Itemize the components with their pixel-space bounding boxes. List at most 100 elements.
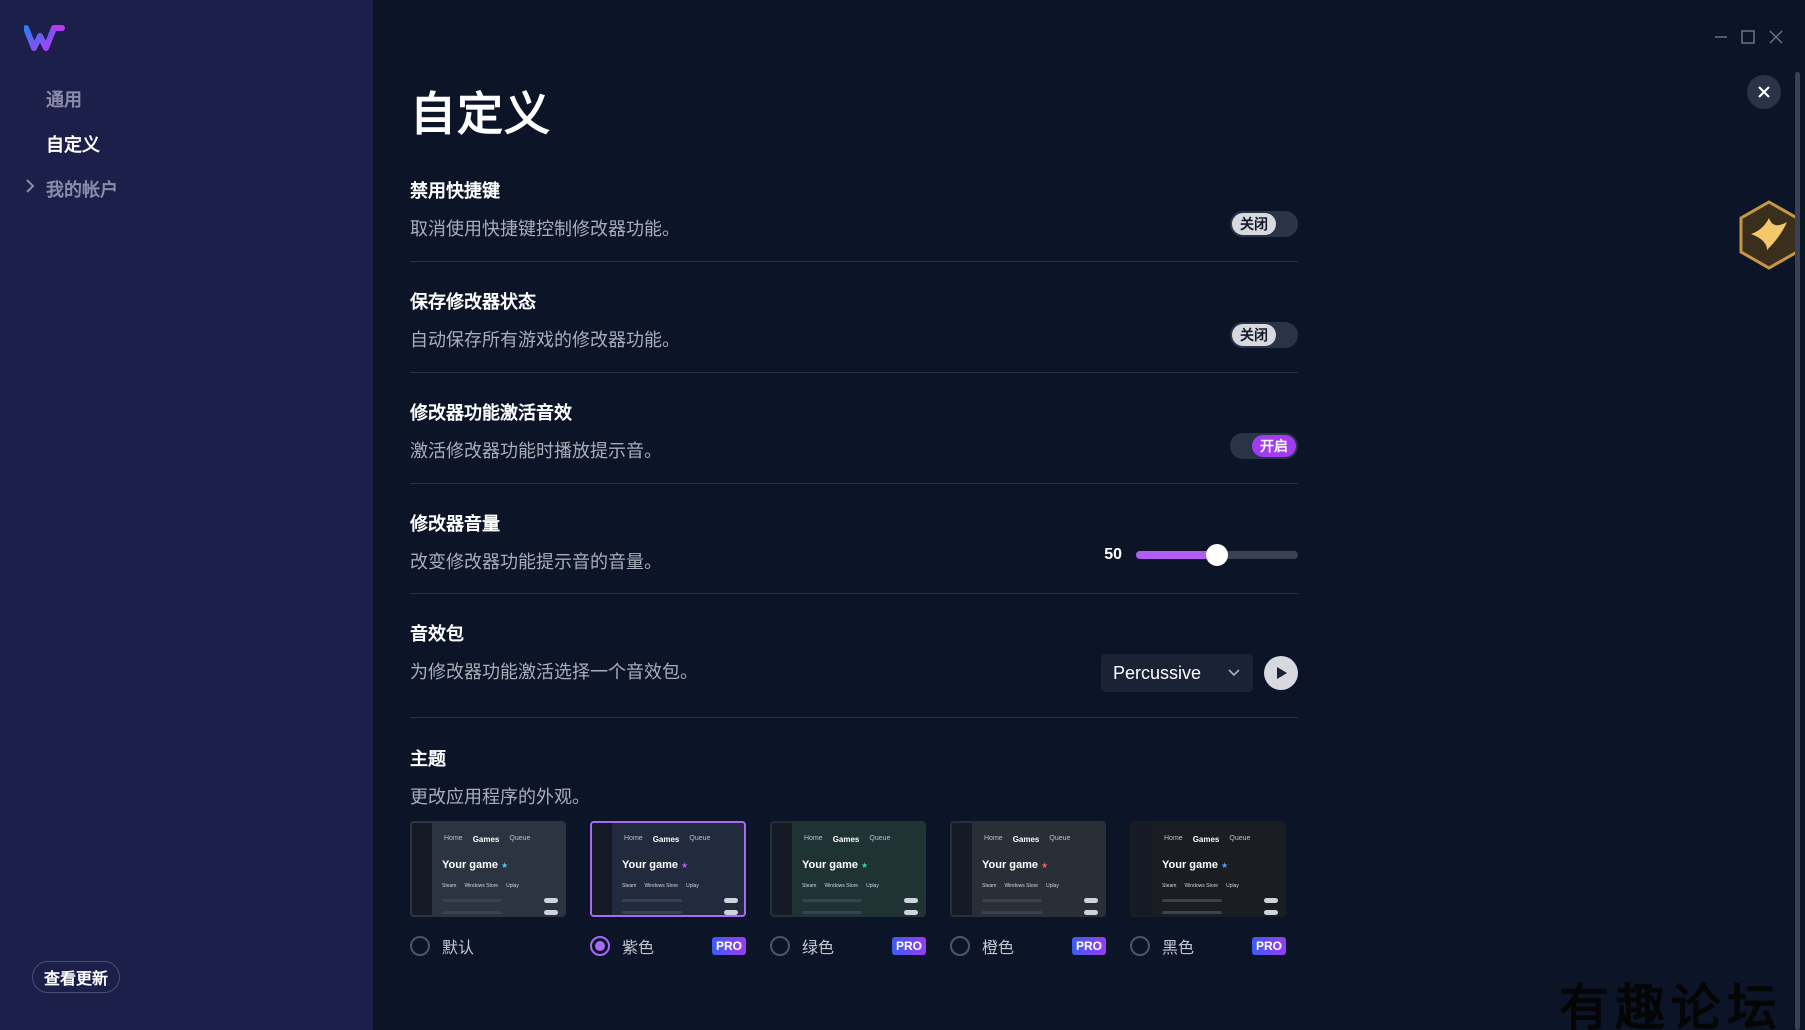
toggle-state-label: 开启 xyxy=(1252,435,1296,457)
theme-label: 紫色 xyxy=(622,940,655,957)
volume-value: 50 xyxy=(1104,546,1122,563)
theme-option[interactable]: 橙色 PRO xyxy=(950,934,1106,958)
theme-preview-tab: Windows Store xyxy=(1004,883,1039,889)
setting-title: 修改器功能激活音效 xyxy=(410,403,572,423)
setting-activation-sound: 修改器功能激活音效 激活修改器功能时播放提示音。 开启 xyxy=(410,399,1298,463)
sidebar-item-my-account[interactable]: 我的帐户 xyxy=(46,176,118,202)
theme-preview-tab: Windows Store xyxy=(824,883,859,889)
theme-preview-tab: Steam xyxy=(442,883,457,889)
divider xyxy=(410,372,1298,373)
theme-preview-title: Your game ★ xyxy=(442,859,508,871)
theme-preview-title: Your game ★ xyxy=(802,859,868,871)
theme-radio[interactable] xyxy=(950,936,970,956)
theme-label: 黑色 xyxy=(1162,940,1195,957)
theme-preview-card[interactable]: Home Games Queue Your game ★ Steam Windows Sto… xyxy=(1130,821,1286,917)
sidebar-item-general[interactable]: 通用 xyxy=(46,86,82,112)
theme-preview-pill xyxy=(1084,910,1098,915)
activation-sound-toggle[interactable]: 开启 xyxy=(1230,433,1298,459)
main-content: 自定义 禁用快捷键 取消使用快捷键控制修改器功能。 关闭 保存修改器状态 自动保… xyxy=(373,0,1805,1030)
watermark-text: 有趣论坛 xyxy=(1559,978,1783,1030)
play-icon xyxy=(1277,667,1287,679)
sidebar: 通用 自定义 我的帐户 查看更新 xyxy=(0,0,373,1030)
theme-radio[interactable] xyxy=(590,936,610,956)
theme-preview-nav: Home Games Queue xyxy=(1164,835,1250,844)
theme-option[interactable]: 紫色 PRO xyxy=(590,934,746,958)
theme-label: 橙色 xyxy=(982,940,1015,957)
toggle-state-label: 关闭 xyxy=(1232,213,1276,235)
setting-title: 主题 xyxy=(410,749,446,769)
theme-option[interactable]: 黑色 PRO xyxy=(1130,934,1286,958)
theme-preview-nav-item: Games xyxy=(832,835,860,844)
theme-preview-nav-item: Home xyxy=(624,835,643,842)
window-close-icon[interactable] xyxy=(1767,28,1785,46)
theme-preview-sidebar xyxy=(952,823,972,915)
setting-description: 自动保存所有游戏的修改器功能。 xyxy=(410,330,680,350)
theme-preview-tabs: Steam Windows Store Uplay xyxy=(622,883,699,889)
theme-preview-title-text: Your game xyxy=(442,859,499,871)
theme-preview-nav-item: Games xyxy=(652,835,680,844)
theme-preview-nav-item: Queue xyxy=(689,835,711,842)
close-icon xyxy=(1758,86,1770,98)
chevron-right-icon[interactable] xyxy=(24,178,36,194)
theme-preview-row xyxy=(1162,911,1222,914)
pro-badge: PRO xyxy=(892,937,926,955)
bird-badge-icon[interactable] xyxy=(1737,200,1801,270)
theme-preview-tabs: Steam Windows Store Uplay xyxy=(982,883,1059,889)
setting-sound-pack: 音效包 为修改器功能激活选择一个音效包。 Percussive xyxy=(410,620,1298,692)
setting-title: 音效包 xyxy=(410,624,464,644)
theme-preview-sidebar xyxy=(772,823,792,915)
theme-radio[interactable] xyxy=(410,936,430,956)
theme-radio[interactable] xyxy=(1130,936,1150,956)
setting-theme: 主题 更改应用程序的外观。 xyxy=(410,745,1298,809)
theme-preview-tab: Uplay xyxy=(1046,883,1059,889)
close-settings-button[interactable] xyxy=(1747,75,1781,109)
divider xyxy=(410,593,1298,594)
theme-option[interactable]: 默认 xyxy=(410,934,566,958)
sound-pack-select[interactable]: Percussive xyxy=(1101,654,1253,692)
theme-preview-tab: Uplay xyxy=(1226,883,1239,889)
hotkeys-toggle[interactable]: 关闭 xyxy=(1230,211,1298,237)
theme-preview-card[interactable]: Home Games Queue Your game ★ Steam Windows Sto… xyxy=(410,821,566,917)
volume-slider-thumb[interactable] xyxy=(1206,544,1228,566)
theme-preview-tab: Windows Store xyxy=(464,883,499,889)
theme-preview-row xyxy=(802,911,862,914)
divider xyxy=(410,261,1298,262)
scrollbar[interactable] xyxy=(1795,72,1800,1030)
theme-preview-card[interactable]: Home Games Queue Your game ★ Steam Windows Sto… xyxy=(770,821,926,917)
play-sound-button[interactable] xyxy=(1264,656,1298,690)
theme-preview-tabs: Steam Windows Store Uplay xyxy=(802,883,879,889)
theme-preview-nav-item: Queue xyxy=(1229,835,1251,842)
theme-option[interactable]: 绿色 PRO xyxy=(770,934,926,958)
theme-preview-tab: Uplay xyxy=(506,883,519,889)
star-icon: ★ xyxy=(1041,861,1049,870)
check-updates-button[interactable]: 查看更新 xyxy=(32,961,120,993)
theme-preview-nav: Home Games Queue xyxy=(624,835,710,844)
theme-preview-row xyxy=(622,899,682,902)
maximize-icon[interactable] xyxy=(1739,28,1757,46)
theme-preview-card[interactable]: Home Games Queue Your game ★ Steam Windows Sto… xyxy=(590,821,746,917)
theme-preview-tab: Steam xyxy=(802,883,817,889)
theme-preview-row xyxy=(1162,899,1222,902)
theme-label: 默认 xyxy=(442,940,475,957)
chevron-down-icon xyxy=(1228,669,1240,677)
theme-preview-tab: Uplay xyxy=(686,883,699,889)
theme-preview-nav-item: Home xyxy=(1164,835,1183,842)
theme-preview-row xyxy=(442,911,502,914)
theme-preview-nav: Home Games Queue xyxy=(804,835,890,844)
theme-preview-nav-item: Home xyxy=(444,835,463,842)
pro-badge: PRO xyxy=(1072,937,1106,955)
app-logo-icon[interactable] xyxy=(24,24,66,52)
theme-preview-nav: Home Games Queue xyxy=(444,835,530,844)
theme-preview-nav-item: Games xyxy=(472,835,500,844)
star-icon: ★ xyxy=(501,861,509,870)
save-state-toggle[interactable]: 关闭 xyxy=(1230,322,1298,348)
minimize-icon[interactable] xyxy=(1712,28,1730,46)
theme-radio[interactable] xyxy=(770,936,790,956)
sidebar-item-customize[interactable]: 自定义 xyxy=(46,131,100,157)
theme-preview-card[interactable]: Home Games Queue Your game ★ Steam Windows Sto… xyxy=(950,821,1106,917)
theme-preview-title: Your game ★ xyxy=(1162,859,1228,871)
volume-slider[interactable] xyxy=(1136,544,1298,566)
theme-preview-nav-item: Queue xyxy=(509,835,531,842)
theme-preview-nav: Home Games Queue xyxy=(984,835,1070,844)
theme-preview-sidebar xyxy=(412,823,432,915)
